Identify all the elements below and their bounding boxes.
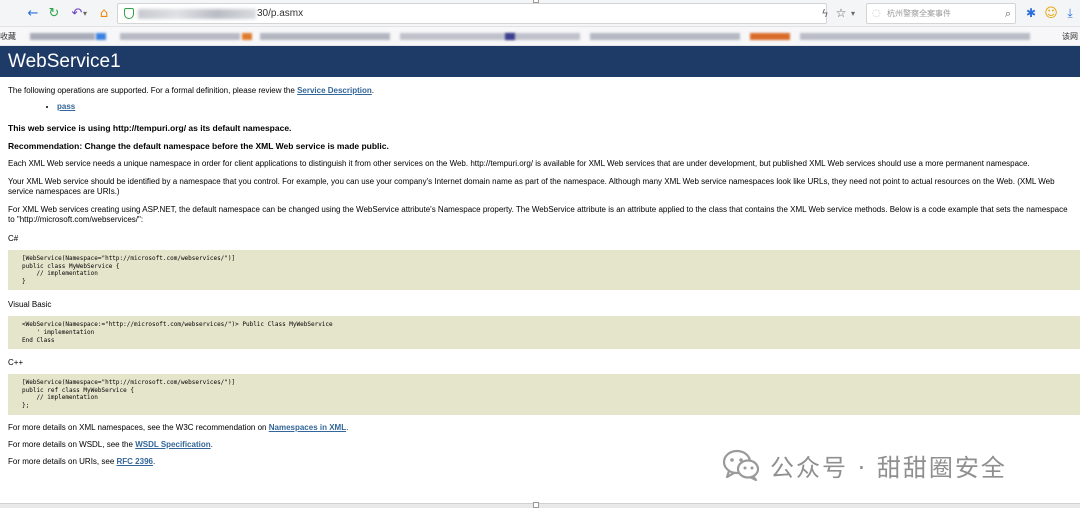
- refresh-icon[interactable]: ↻: [45, 4, 63, 22]
- undo-dropdown-icon[interactable]: ▾: [81, 4, 89, 22]
- operation-item: pass: [57, 102, 1072, 112]
- intro-paragraph: The following operations are supported. …: [8, 86, 1072, 96]
- search-icon[interactable]: ⌕: [1005, 4, 1011, 23]
- more-xml-text: For more details on XML namespaces, see …: [8, 422, 267, 432]
- bookmarks-bar: 收藏 该网: [0, 27, 1080, 46]
- search-engine-icon: ◌: [872, 8, 881, 19]
- download-icon[interactable]: ⤓: [1061, 4, 1079, 22]
- operations-list: pass: [57, 102, 1072, 112]
- namespace-notice: This web service is using http://tempuri…: [8, 123, 292, 133]
- dropdown-icon[interactable]: ▾: [848, 4, 858, 22]
- secure-shield-icon: [124, 8, 134, 19]
- page-content: WebService1 The following operations are…: [0, 46, 1080, 504]
- rfc-2396-link[interactable]: RFC 2396: [117, 457, 153, 466]
- bookmarks-label[interactable]: 收藏: [0, 31, 16, 42]
- bookmark-redacted: [30, 33, 95, 40]
- more-xml-paragraph: For more details on XML namespaces, see …: [8, 423, 1072, 433]
- back-icon[interactable]: ←: [24, 4, 42, 22]
- watermark-text: 公众号 · 甜甜圈安全: [770, 453, 1007, 482]
- namespace-paragraph-3: For XML Web services creating using ASP.…: [8, 205, 1068, 224]
- url-text: 30/p.asmx: [257, 8, 304, 19]
- bookmark-redacted: [260, 33, 390, 40]
- search-placeholder: 杭州警察全案事件: [887, 9, 951, 18]
- emoji-icon[interactable]: ☺: [1042, 4, 1060, 22]
- bookmark-redacted: [400, 33, 580, 40]
- lang-label-csharp: C#: [8, 234, 19, 243]
- operation-link-pass[interactable]: pass: [57, 102, 75, 111]
- home-icon[interactable]: ⌂: [95, 4, 113, 22]
- code-block-csharp: [WebService(Namespace="http://microsoft.…: [8, 250, 1080, 291]
- address-bar[interactable]: 30/p.asmx: [117, 3, 827, 24]
- more-wsdl-text: For more details on WSDL, see the: [8, 439, 133, 449]
- bookmark-redacted: [96, 33, 106, 40]
- resize-handle-top[interactable]: [533, 0, 539, 3]
- bookmarks-overflow-label[interactable]: 该网: [1062, 31, 1078, 42]
- namespaces-in-xml-link[interactable]: Namespaces in XML: [269, 423, 346, 432]
- resize-handle-bottom[interactable]: [533, 502, 539, 508]
- extension-icon[interactable]: ✱: [1022, 4, 1040, 22]
- intro-text: The following operations are supported. …: [8, 86, 295, 95]
- bookmark-redacted: [800, 33, 1030, 40]
- lang-label-cpp: C++: [8, 358, 24, 368]
- bookmark-redacted: [242, 33, 252, 40]
- code-block-cpp: [WebService(Namespace="http://microsoft.…: [8, 374, 1080, 415]
- recommendation-text: Recommendation: Change the default names…: [8, 141, 389, 151]
- search-box[interactable]: ◌ 杭州警察全案事件 ⌕: [866, 3, 1016, 24]
- namespace-paragraph-1: Each XML Web service needs a unique name…: [8, 159, 1030, 168]
- bookmark-redacted: [590, 33, 740, 40]
- more-uri-period: .: [152, 456, 156, 466]
- page-title: WebService1: [0, 46, 1080, 77]
- namespace-paragraph-2: Your XML Web service should be identifie…: [8, 177, 1055, 196]
- lang-label-vb: Visual Basic: [8, 300, 52, 310]
- browser-toolbar: ← ↻ ↶ ▾ ⌂ 30/p.asmx ϟ ☆ ▾ ◌ 杭州警察全案事件 ⌕ ✱…: [0, 0, 1080, 27]
- service-description-link[interactable]: Service Description: [297, 86, 372, 95]
- code-block-vb: <WebService(Namespace:="http://microsoft…: [8, 316, 1080, 350]
- intro-period: .: [371, 86, 374, 95]
- watermark: 公众号 · 甜甜圈安全: [722, 448, 1007, 482]
- bookmark-redacted: [120, 33, 240, 40]
- window-bottom-border: [0, 503, 1080, 508]
- more-uri-text: For more details on URIs, see: [8, 456, 115, 466]
- bookmark-redacted: [505, 33, 515, 40]
- more-wsdl-period: .: [210, 439, 213, 449]
- bookmark-redacted: [750, 33, 790, 40]
- wechat-logo-icon: [722, 449, 760, 482]
- wsdl-specification-link[interactable]: WSDL Specification: [135, 440, 210, 449]
- more-xml-period: .: [346, 422, 349, 432]
- url-redacted: [138, 9, 256, 19]
